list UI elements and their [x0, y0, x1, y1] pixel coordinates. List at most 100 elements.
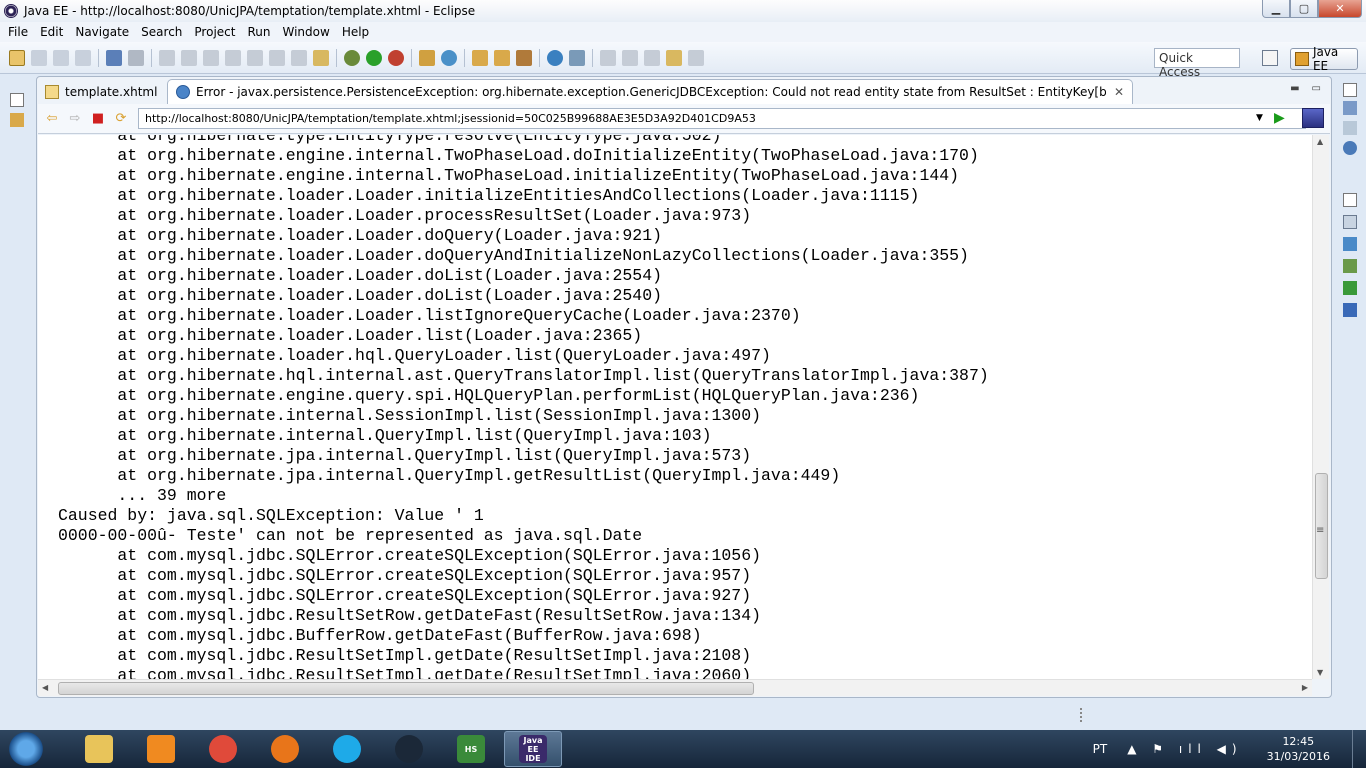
open-type-icon[interactable]	[472, 49, 488, 66]
debug-icon[interactable]	[344, 49, 360, 66]
new-icon[interactable]	[9, 49, 25, 66]
start-button[interactable]	[6, 730, 46, 768]
print-icon[interactable]	[75, 49, 91, 66]
trace-line: at org.hibernate.loader.Loader.doList(Lo…	[58, 266, 662, 285]
refresh-icon[interactable]: ⟳	[113, 111, 129, 127]
search-icon[interactable]	[516, 49, 532, 66]
skip-breakpoints-icon[interactable]	[128, 49, 144, 66]
step-over-icon[interactable]	[269, 49, 285, 66]
stop-icon[interactable]: ■	[90, 111, 106, 127]
suspend-icon[interactable]	[181, 49, 197, 66]
horizontal-scrollbar[interactable]: ◀ ▶	[38, 679, 1312, 696]
minimize-button[interactable]: ▁	[1262, 0, 1290, 18]
taskbar-eclipse-java-ee[interactable]: Java EE IDE	[504, 731, 562, 767]
new-server-icon[interactable]	[419, 49, 435, 66]
save-all-icon[interactable]	[53, 49, 69, 66]
scroll-down-icon[interactable]: ▼	[1317, 668, 1323, 677]
show-desktop-button[interactable]	[1352, 730, 1366, 768]
taskbar-skype[interactable]	[318, 731, 376, 767]
console-icon[interactable]	[106, 49, 122, 66]
forward-icon[interactable]	[688, 49, 704, 66]
outline-icon[interactable]	[1343, 101, 1357, 115]
taskbar-firefox[interactable]	[256, 731, 314, 767]
close-button[interactable]: ✕	[1318, 0, 1362, 18]
save-icon[interactable]	[31, 49, 47, 66]
firefox-icon	[271, 735, 299, 763]
perspective-java-ee-button[interactable]: Java EE	[1290, 45, 1358, 73]
editor-min-max: ▬ ▭	[1290, 83, 1321, 94]
taskbar-hs[interactable]: HS	[442, 731, 500, 767]
restore-icon[interactable]	[1343, 193, 1357, 207]
properties-icon[interactable]	[1343, 237, 1357, 251]
new-class-icon[interactable]	[441, 49, 457, 66]
annotation-icon[interactable]	[569, 49, 585, 66]
drop-to-frame-icon[interactable]	[313, 49, 329, 66]
step-into-icon[interactable]	[247, 49, 263, 66]
resume-icon[interactable]	[159, 49, 175, 66]
url-input[interactable]: http://localhost:8080/UnicJPA/temptation…	[138, 108, 1306, 129]
project-explorer-icon[interactable]	[10, 113, 24, 127]
clock[interactable]: 12:45 31/03/2016	[1267, 734, 1330, 764]
step-return-icon[interactable]	[291, 49, 307, 66]
menu-window[interactable]: Window	[276, 25, 335, 39]
last-edit-icon[interactable]	[666, 49, 682, 66]
scroll-up-icon[interactable]: ▲	[1317, 137, 1323, 146]
status-grip[interactable]	[1080, 708, 1083, 722]
go-icon[interactable]: ▶	[1274, 110, 1290, 126]
tab-close-icon[interactable]: ✕	[1114, 85, 1124, 99]
open-perspective-icon[interactable]	[1262, 50, 1278, 66]
taskbar-steam[interactable]	[380, 731, 438, 767]
scroll-left-icon[interactable]: ◀	[42, 683, 48, 692]
maximize-editor-icon[interactable]: ▭	[1312, 83, 1321, 94]
trace-line: at com.mysql.jdbc.SQLError.createSQLExce…	[58, 546, 762, 565]
menu-search[interactable]: Search	[135, 25, 188, 39]
back-icon[interactable]	[644, 49, 660, 66]
quick-access-input[interactable]: Quick Access	[1154, 48, 1240, 79]
previous-annotation-icon[interactable]	[622, 49, 638, 66]
menu-project[interactable]: Project	[188, 25, 241, 39]
steam-icon	[395, 735, 423, 763]
run-icon[interactable]	[366, 49, 382, 66]
globe-icon	[176, 85, 190, 99]
markers-icon[interactable]	[1343, 215, 1357, 229]
terminate-icon[interactable]	[203, 49, 219, 66]
java-ee-icon	[1295, 52, 1309, 66]
disconnect-icon[interactable]	[225, 49, 241, 66]
language-indicator[interactable]: PT	[1093, 742, 1108, 756]
chrome-icon	[209, 735, 237, 763]
scroll-right-icon[interactable]: ▶	[1302, 683, 1308, 692]
tray-icons[interactable]: ▲ ⚑ ıll ◀)	[1127, 742, 1242, 756]
open-external-browser-icon[interactable]	[1302, 108, 1324, 128]
next-annotation-icon[interactable]	[600, 49, 616, 66]
trace-line: at org.hibernate.loader.Loader.doQuery(L…	[58, 226, 662, 245]
menu-file[interactable]: File	[2, 25, 34, 39]
open-task-icon[interactable]	[494, 49, 510, 66]
taskbar-windows-explorer[interactable]	[70, 731, 128, 767]
menu-navigate[interactable]: Navigate	[69, 25, 135, 39]
restore-icon[interactable]	[10, 93, 24, 107]
horizontal-scroll-thumb[interactable]	[58, 682, 754, 695]
vertical-scrollbar[interactable]: ▲ ≡ ▼	[1312, 135, 1329, 679]
forward-arrow-icon[interactable]: ⇨	[67, 111, 83, 127]
web-browser-icon[interactable]	[547, 49, 563, 66]
taskbar-media-player[interactable]	[132, 731, 190, 767]
menu-help[interactable]: Help	[336, 25, 375, 39]
minimize-editor-icon[interactable]: ▬	[1290, 83, 1299, 94]
window-controls: ▁ ▢ ✕	[1262, 0, 1362, 18]
back-arrow-icon[interactable]: ⇦	[44, 111, 60, 127]
menu-run[interactable]: Run	[241, 25, 276, 39]
taskbar-chrome[interactable]	[194, 731, 252, 767]
task-list-icon[interactable]	[1343, 121, 1357, 135]
run-server-icon[interactable]	[388, 49, 404, 66]
at-sign-icon[interactable]	[1343, 141, 1357, 155]
data-source-icon[interactable]	[1343, 281, 1357, 295]
tab-label: template.xhtml	[65, 84, 158, 99]
snippets-icon[interactable]	[1343, 303, 1357, 317]
tab-template-xhtml[interactable]: template.xhtml	[37, 79, 167, 104]
restore-icon[interactable]	[1343, 83, 1357, 97]
servers-icon[interactable]	[1343, 259, 1357, 273]
menu-edit[interactable]: Edit	[34, 25, 69, 39]
maximize-button[interactable]: ▢	[1290, 0, 1318, 18]
tab-error-page[interactable]: Error - javax.persistence.PersistenceExc…	[167, 79, 1133, 104]
trace-line: at com.mysql.jdbc.ResultSetImpl.getDate(…	[58, 666, 752, 679]
